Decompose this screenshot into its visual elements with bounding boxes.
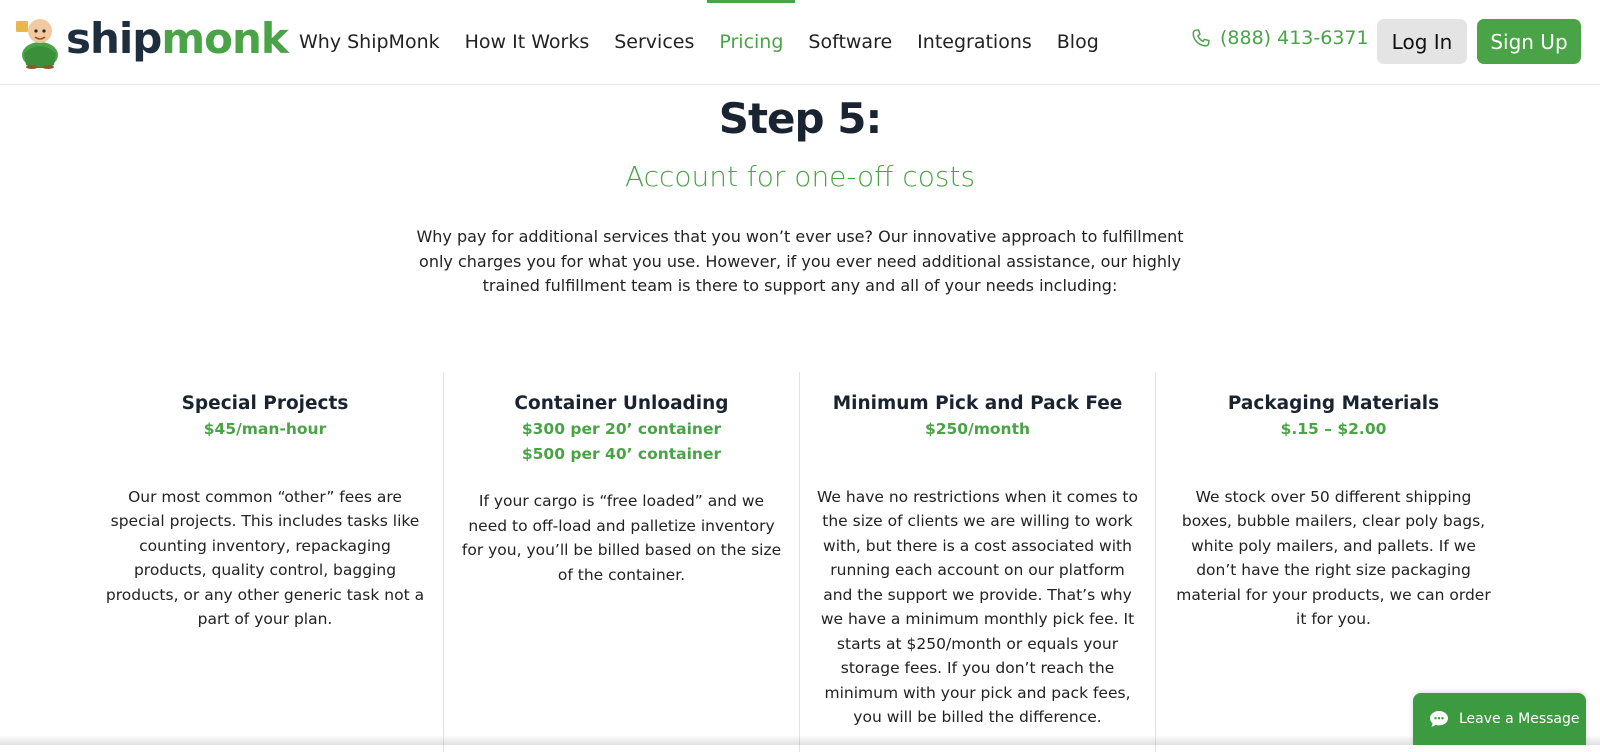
step-title: Step 5: (718, 94, 883, 143)
fee-column-container-unloading: Container Unloading $300 per 20’ contain… (443, 372, 799, 752)
bottom-shadow (0, 735, 1600, 745)
nav-how-it-works[interactable]: How It Works (465, 0, 590, 85)
chat-bubble-icon (1430, 711, 1448, 727)
nav-services[interactable]: Services (614, 0, 694, 85)
logo-wordmark: shipmonk (66, 18, 289, 60)
main-nav: Why ShipMonk How It Works Services Prici… (299, 0, 1124, 85)
phone-link[interactable]: (888) 413-6371 (1190, 26, 1369, 50)
fee-column-special-projects: Special Projects $45/man-hour Our most c… (87, 372, 443, 752)
fee-price: $250/month (924, 420, 1031, 438)
phone-number: (888) 413-6371 (1220, 27, 1369, 49)
nav-why-shipmonk[interactable]: Why ShipMonk (299, 0, 440, 85)
nav-blog[interactable]: Blog (1057, 0, 1099, 85)
fee-description: We stock over 50 different shipping boxe… (1176, 487, 1491, 629)
fee-price: $.15 – $2.00 (1280, 420, 1387, 438)
fee-columns: Special Projects $45/man-hour Our most c… (87, 372, 1511, 752)
step-subtitle: Account for one-off costs (624, 160, 976, 193)
fee-price: $300 per 20’ container (521, 420, 722, 438)
leave-message-button[interactable]: Leave a Message (1413, 693, 1586, 745)
monk-mascot-icon (16, 19, 58, 69)
fee-column-minimum-pick-pack: Minimum Pick and Pack Fee $250/month We … (799, 372, 1155, 752)
phone-icon (1192, 29, 1210, 47)
nav-software[interactable]: Software (808, 0, 892, 85)
nav-pricing[interactable]: Pricing (707, 0, 796, 85)
logo-monk-text: monk (161, 14, 288, 63)
fee-title: Packaging Materials (1227, 393, 1440, 414)
intro-paragraph: Why pay for additional services that you… (416, 227, 1184, 295)
fee-price: $45/man-hour (203, 420, 327, 438)
login-button[interactable]: Log In (1377, 19, 1467, 64)
signup-button[interactable]: Sign Up (1477, 19, 1581, 64)
fee-price: $500 per 40’ container (521, 444, 722, 463)
fee-description: We have no restrictions when it comes to… (817, 487, 1138, 727)
nav-integrations[interactable]: Integrations (917, 0, 1032, 85)
fee-description: If your cargo is “free loaded” and we ne… (461, 492, 782, 584)
site-header: shipmonk Why ShipMonk How It Works Servi… (0, 0, 1600, 85)
chat-label: Leave a Message (1459, 711, 1580, 727)
fee-title: Minimum Pick and Pack Fee (832, 393, 1123, 414)
fee-title: Container Unloading (514, 393, 729, 414)
fee-description: Our most common “other” fees are special… (105, 487, 425, 629)
fee-title: Special Projects (181, 393, 349, 414)
logo-ship-text: ship (66, 14, 162, 63)
shipmonk-logo[interactable]: shipmonk (14, 8, 289, 70)
